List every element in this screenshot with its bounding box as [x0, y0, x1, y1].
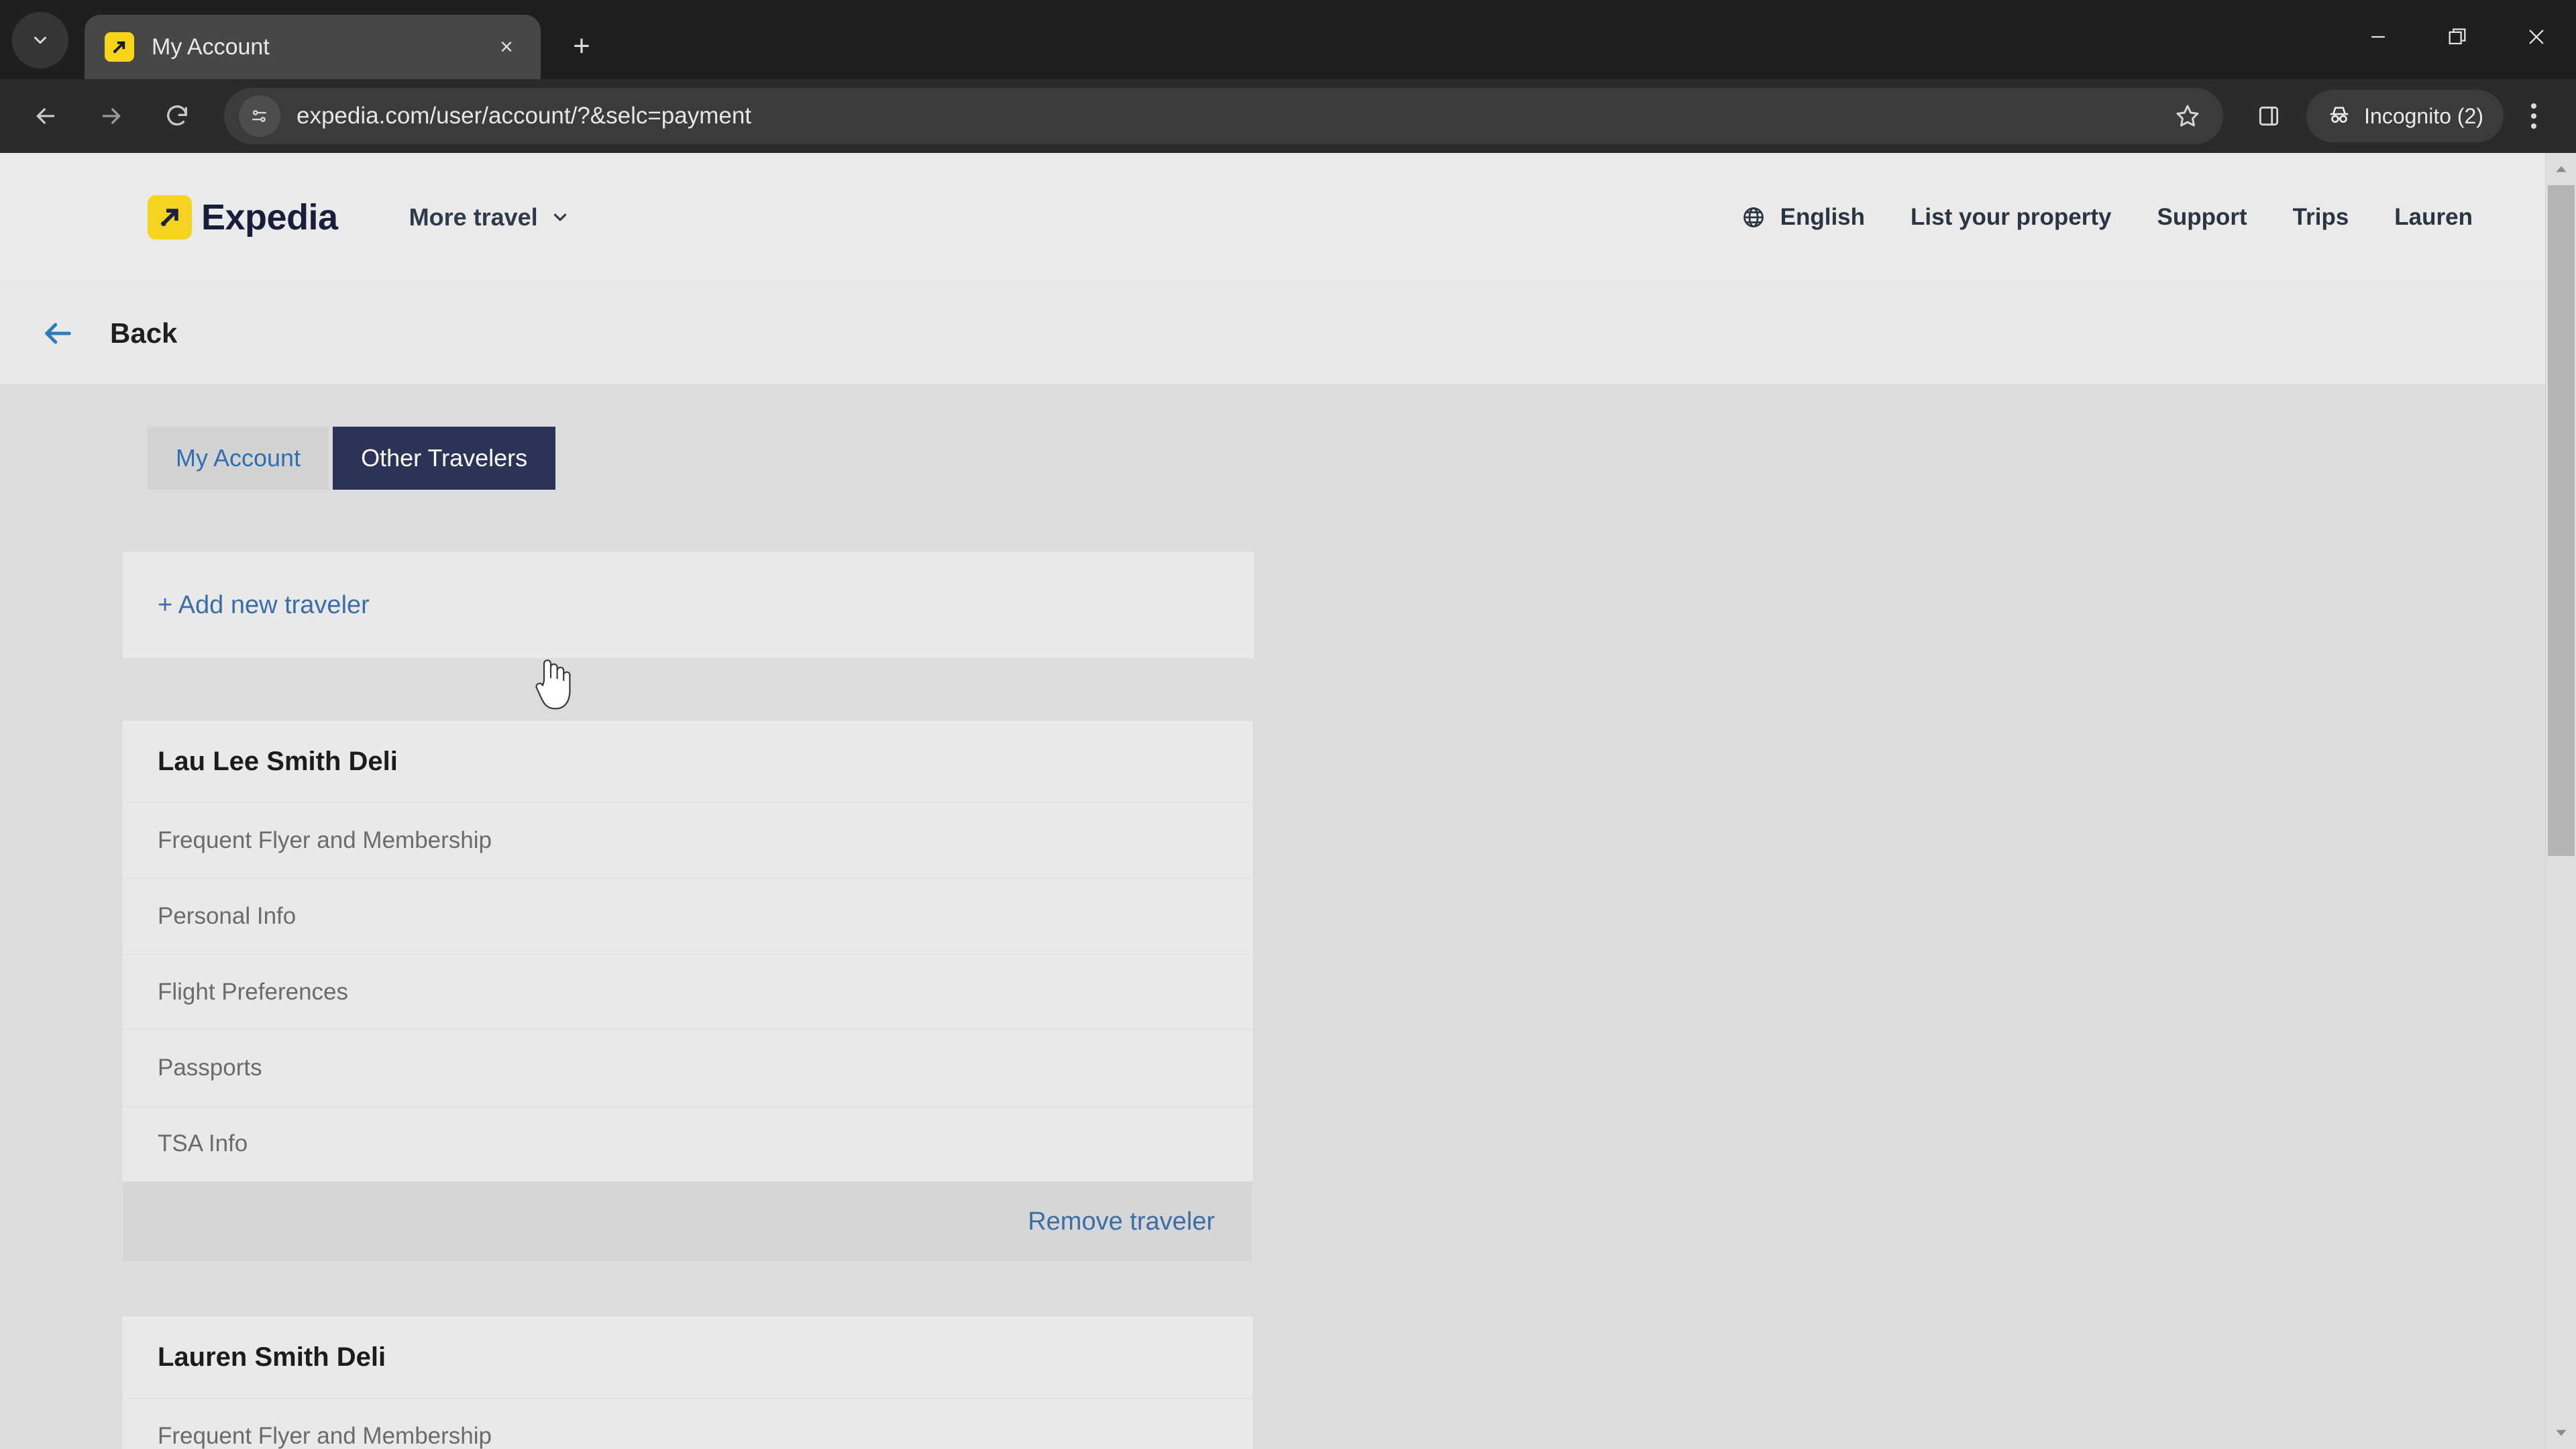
site-header: Expedia More travel English List your pr…	[0, 153, 2576, 282]
scrollbar-thumb[interactable]	[2548, 185, 2575, 856]
minimize-icon[interactable]	[2339, 0, 2418, 74]
incognito-profile-button[interactable]: Incognito (2)	[2306, 90, 2504, 142]
browser-tab-strip: My Account × +	[0, 0, 2576, 79]
incognito-label: Incognito (2)	[2364, 103, 2483, 128]
new-tab-button[interactable]: +	[558, 23, 605, 70]
traveler-card: Lauren Smith Deli Frequent Flyer and Mem…	[122, 1316, 1253, 1449]
add-new-traveler-card[interactable]: + Add new traveler	[122, 551, 1254, 659]
browser-toolbar: expedia.com/user/account/?&selc=payment …	[0, 79, 2576, 153]
traveler-card-footer: Remove traveler	[123, 1182, 1252, 1262]
back-label: Back	[110, 317, 178, 349]
window-close-icon[interactable]	[2497, 0, 2576, 74]
tab-search-chevron-down-icon[interactable]	[12, 12, 68, 68]
back-bar[interactable]: Back	[0, 282, 2576, 385]
globe-icon	[1741, 205, 1766, 229]
browser-tab-title: My Account	[152, 34, 270, 60]
nav-item-english[interactable]: English	[1719, 204, 1888, 231]
forward-arrow-icon[interactable]	[83, 88, 140, 144]
nav-item-account-lauren[interactable]: Lauren	[2371, 204, 2496, 231]
star-icon[interactable]	[2164, 93, 2211, 140]
expedia-wordmark: Expedia	[201, 197, 338, 237]
account-tabs: My Account Other Travelers	[0, 385, 2576, 490]
nav-item-list-your-property[interactable]: List your property	[1888, 204, 2134, 231]
chevron-down-icon	[550, 207, 570, 227]
incognito-icon	[2326, 102, 2352, 131]
nav-item-support[interactable]: Support	[2135, 204, 2270, 231]
page-content: My Account Other Travelers + Add new tra…	[0, 385, 2576, 1449]
page-viewport: Expedia More travel English List your pr…	[0, 153, 2576, 1449]
left-arrow-icon[interactable]	[32, 316, 83, 351]
traveler-row-personal-info[interactable]: Personal Info	[123, 879, 1252, 955]
traveler-row-passports[interactable]: Passports	[123, 1030, 1252, 1106]
remove-traveler-link[interactable]: Remove traveler	[1028, 1208, 1215, 1236]
nav-item-label: List your property	[1911, 203, 2112, 230]
traveler-card: Lau Lee Smith Deli Frequent Flyer and Me…	[122, 720, 1253, 1263]
nav-item-label: Support	[2157, 203, 2247, 230]
traveler-name: Lauren Smith Deli	[123, 1317, 1252, 1399]
maximize-icon[interactable]	[2418, 0, 2497, 74]
nav-item-label: Trips	[2292, 203, 2349, 230]
nav-item-label: English	[1780, 203, 1866, 230]
travelers-grid: Lau Lee Smith Deli Frequent Flyer and Me…	[122, 720, 2407, 1449]
more-travel-label: More travel	[409, 203, 538, 231]
traveler-name: Lau Lee Smith Deli	[123, 721, 1252, 803]
expedia-logo-icon	[148, 195, 192, 239]
kebab-menu-icon[interactable]	[2509, 88, 2559, 144]
traveler-row-flight-preferences[interactable]: Flight Preferences	[123, 955, 1252, 1030]
window-controls	[2339, 0, 2576, 74]
page-settings-icon[interactable]	[239, 95, 280, 137]
traveler-row-frequent-flyer[interactable]: Frequent Flyer and Membership	[123, 803, 1252, 879]
tab-close-icon[interactable]: ×	[488, 29, 525, 65]
side-panel-icon[interactable]	[2241, 88, 2297, 144]
tab-other-travelers[interactable]: Other Travelers	[333, 427, 556, 490]
expedia-logo-icon	[105, 32, 134, 62]
scroll-up-icon[interactable]	[2546, 154, 2576, 184]
add-new-traveler-link[interactable]: + Add new traveler	[158, 591, 370, 620]
browser-window: My Account × + expedia.com/user/account/…	[0, 0, 2576, 1449]
more-travel-menu[interactable]: More travel	[409, 203, 570, 231]
page-scrollbar[interactable]	[2545, 153, 2576, 1449]
address-bar[interactable]: expedia.com/user/account/?&selc=payment	[224, 88, 2224, 144]
scroll-down-icon[interactable]	[2546, 1418, 2576, 1448]
traveler-row-tsa-info[interactable]: TSA Info	[123, 1106, 1252, 1182]
nav-item-label: Lauren	[2394, 203, 2473, 230]
reload-icon[interactable]	[149, 88, 205, 144]
back-arrow-icon[interactable]	[17, 88, 74, 144]
nav-item-trips[interactable]: Trips	[2270, 204, 2372, 231]
expedia-logo[interactable]: Expedia	[148, 195, 338, 239]
tab-my-account[interactable]: My Account	[148, 427, 329, 490]
browser-tab[interactable]: My Account ×	[85, 15, 541, 79]
url-text: expedia.com/user/account/?&selc=payment	[297, 103, 752, 129]
site-nav: English List your property Support Trips…	[1719, 204, 2496, 231]
traveler-row-frequent-flyer[interactable]: Frequent Flyer and Membership	[123, 1399, 1252, 1449]
